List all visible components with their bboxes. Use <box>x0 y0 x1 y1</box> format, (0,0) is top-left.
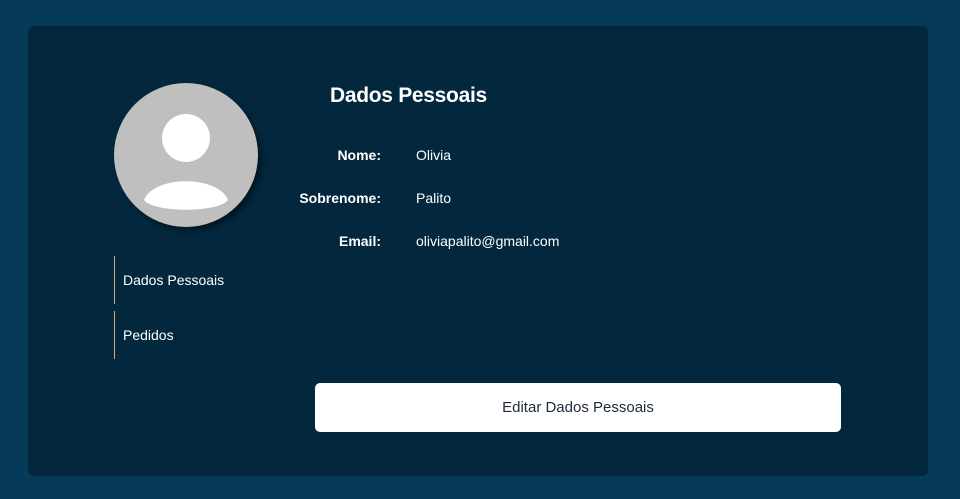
profile-side-nav: Dados Pessoais Pedidos <box>114 256 243 359</box>
sobrenome-value: Palito <box>416 190 452 206</box>
page-title: Dados Pessoais <box>330 84 487 107</box>
nav-item-dados-pessoais[interactable]: Dados Pessoais <box>114 256 243 304</box>
email-value: oliviapalito@gmail.com <box>416 233 560 249</box>
edit-personal-data-button[interactable]: Editar Dados Pessoais <box>315 383 841 432</box>
nav-item-pedidos[interactable]: Pedidos <box>114 311 243 359</box>
nome-value: Olivia <box>416 147 452 163</box>
nome-label: Nome: <box>337 147 381 163</box>
email-label: Email: <box>338 233 381 249</box>
profile-card: Dados Pessoais Pedidos Dados Pessoais No… <box>28 26 928 476</box>
user-avatar-icon <box>114 83 258 227</box>
sobrenome-label: Sobrenome: <box>299 190 381 206</box>
